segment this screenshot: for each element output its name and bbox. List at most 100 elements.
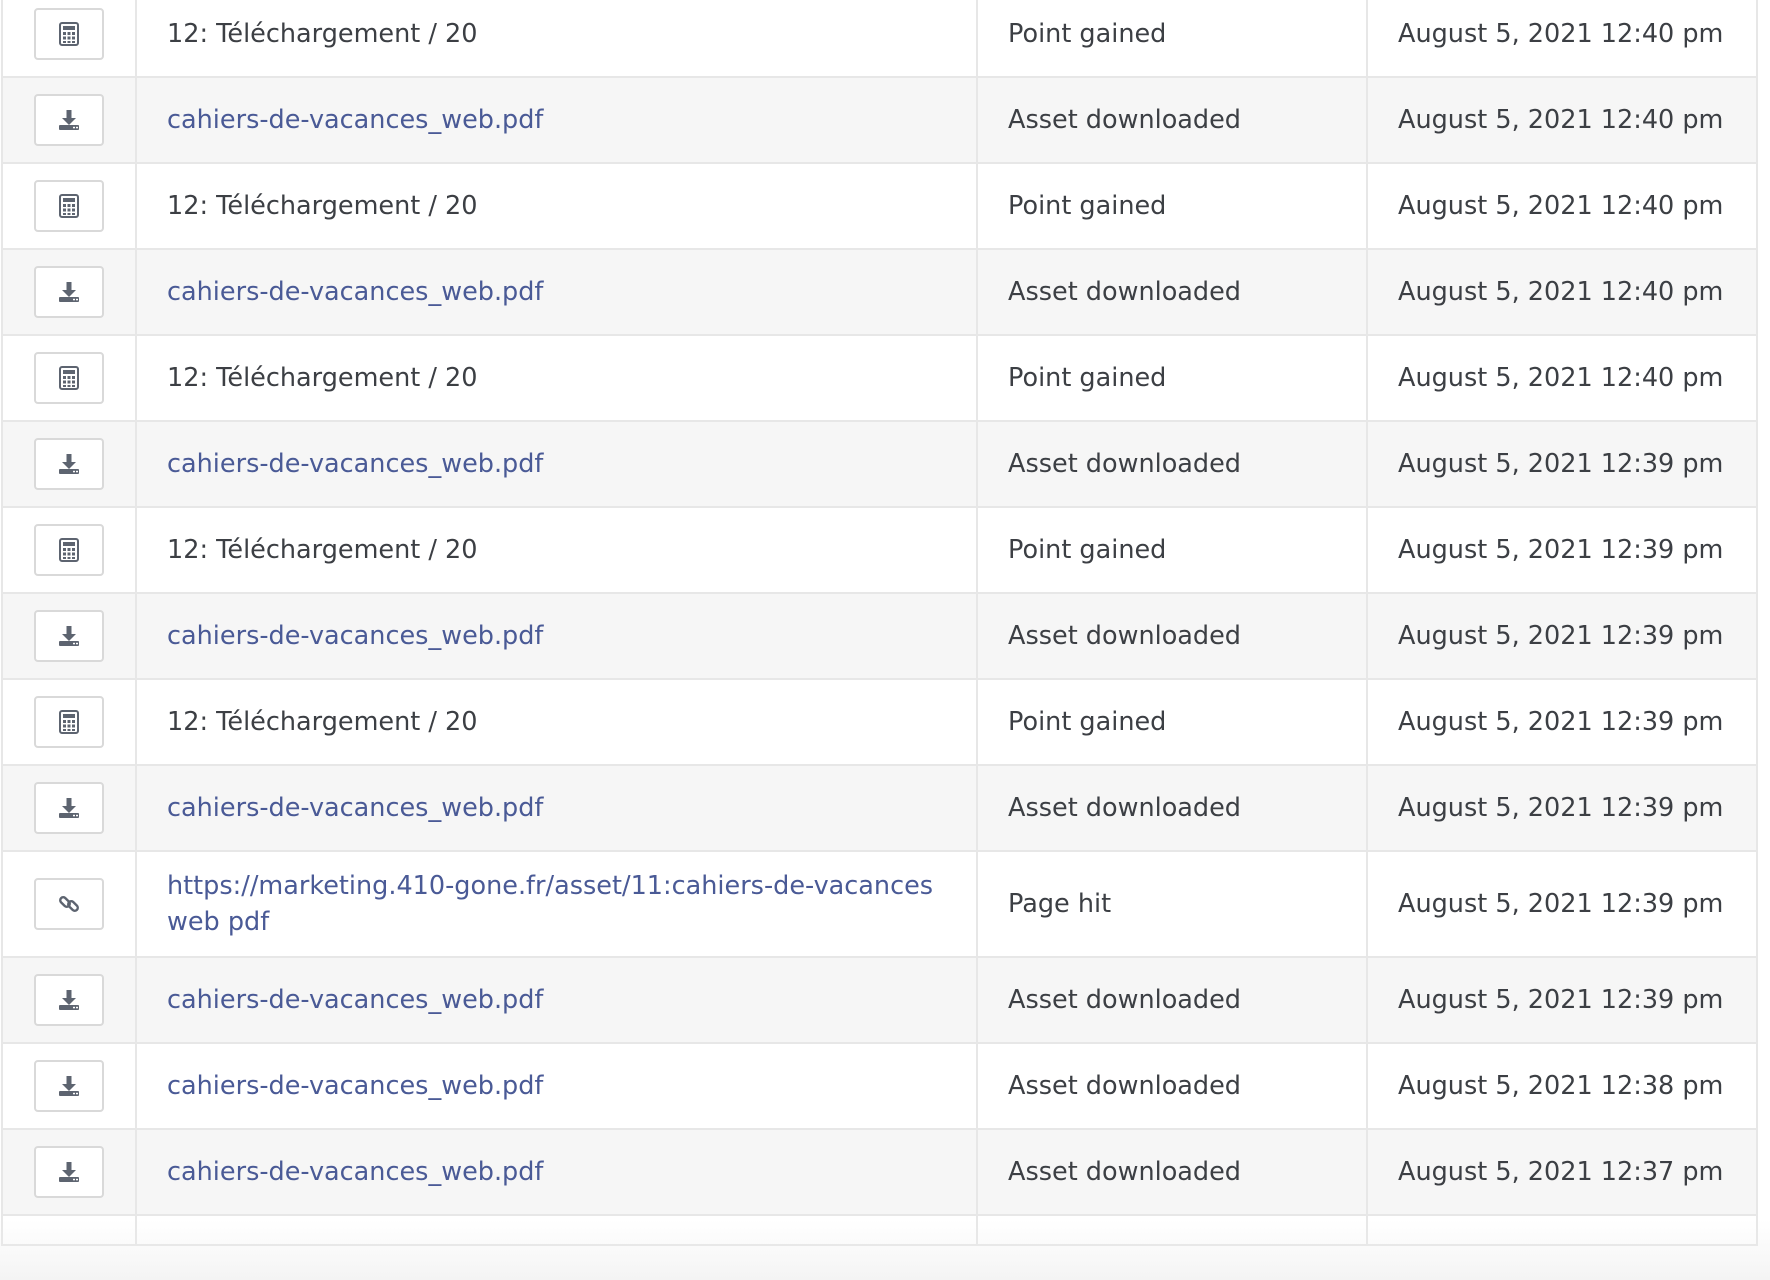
asset-link[interactable]: cahiers-de-vacances_web.pdf [167,277,543,307]
download-icon [58,109,80,131]
event-toggle-button[interactable] [34,782,104,834]
table-row: 12: Téléchargement / 20 Point gained Aug… [1,334,1758,422]
icon-cell [1,1128,137,1216]
event-cell: cahiers-de-vacances_web.pdf [135,764,978,852]
event-type: Asset downloaded [976,592,1368,680]
download-icon [58,989,80,1011]
asset-link[interactable]: cahiers-de-vacances_web.pdf [167,793,543,823]
table-row: 12: Téléchargement / 20 Point gained Aug… [1,678,1758,766]
event-timestamp: August 5, 2021 12:39 pm [1366,592,1758,680]
event-toggle-button[interactable] [34,352,104,404]
download-icon [58,625,80,647]
icon-cell [1,76,137,164]
event-cell: cahiers-de-vacances_web.pdf [135,76,978,164]
event-toggle-button[interactable] [34,974,104,1026]
icon-cell [1,764,137,852]
table-row: 12: Téléchargement / 20 Point gained Aug… [1,162,1758,250]
calculator-icon [58,710,80,734]
icon-cell [1,956,137,1044]
icon-cell [1,0,137,78]
event-name: 12: Téléchargement / 20 [167,707,478,737]
icon-cell [1,506,137,594]
event-type: Asset downloaded [976,76,1368,164]
event-type: Point gained [976,506,1368,594]
event-cell: cahiers-de-vacances_web.pdf [135,956,978,1044]
event-type: Asset downloaded [976,248,1368,336]
event-cell: cahiers-de-vacances_web.pdf [135,248,978,336]
table-row: cahiers-de-vacances_web.pdf Asset downlo… [1,76,1758,164]
event-toggle-button[interactable] [34,266,104,318]
icon-cell [1,850,137,958]
event-toggle-button[interactable] [34,94,104,146]
icon-cell [1,1042,137,1130]
event-timestamp: August 5, 2021 12:39 pm [1366,956,1758,1044]
table-row: cahiers-de-vacances_web.pdf Asset downlo… [1,248,1758,336]
asset-link[interactable]: cahiers-de-vacances_web.pdf [167,449,543,479]
event-toggle-button[interactable] [34,524,104,576]
event-type: Asset downloaded [976,1042,1368,1130]
table-row: 12: Téléchargement / 20 Point gained Aug… [1,506,1758,594]
event-timestamp: August 5, 2021 12:40 pm [1366,162,1758,250]
event-cell [135,1214,978,1246]
event-cell: https://marketing.410-gone.fr/asset/11:c… [135,850,978,958]
event-toggle-button[interactable] [34,878,104,930]
icon-cell [1,162,137,250]
icon-cell [1,678,137,766]
event-timestamp: August 5, 2021 12:39 pm [1366,678,1758,766]
calculator-icon [58,22,80,46]
calculator-icon [58,194,80,218]
calculator-icon [58,366,80,390]
table-row: cahiers-de-vacances_web.pdf Asset downlo… [1,1042,1758,1130]
page-hit-link[interactable]: https://marketing.410-gone.fr/asset/11:c… [167,871,933,937]
asset-link[interactable]: cahiers-de-vacances_web.pdf [167,985,543,1015]
table-row: cahiers-de-vacances_web.pdf Asset downlo… [1,420,1758,508]
event-timestamp: August 5, 2021 12:40 pm [1366,76,1758,164]
event-timestamp [1366,1214,1758,1246]
table-row: cahiers-de-vacances_web.pdf Asset downlo… [1,764,1758,852]
event-toggle-button[interactable] [34,438,104,490]
table-row [1,1214,1758,1246]
event-timestamp: August 5, 2021 12:38 pm [1366,1042,1758,1130]
event-cell: cahiers-de-vacances_web.pdf [135,592,978,680]
event-name: 12: Téléchargement / 20 [167,363,478,393]
event-cell: 12: Téléchargement / 20 [135,506,978,594]
event-cell: cahiers-de-vacances_web.pdf [135,1042,978,1130]
event-cell: 12: Téléchargement / 20 [135,162,978,250]
event-timestamp: August 5, 2021 12:40 pm [1366,334,1758,422]
download-icon [58,453,80,475]
timeline-table: 12: Téléchargement / 20 Point gained Aug… [1,0,1758,1246]
icon-cell [1,1214,137,1246]
event-type: Point gained [976,0,1368,78]
event-toggle-button[interactable] [34,696,104,748]
event-toggle-button[interactable] [34,1060,104,1112]
table-row: 12: Téléchargement / 20 Point gained Aug… [1,0,1758,78]
download-icon [58,797,80,819]
asset-link[interactable]: cahiers-de-vacances_web.pdf [167,621,543,651]
calculator-icon [58,538,80,562]
asset-link[interactable]: cahiers-de-vacances_web.pdf [167,1071,543,1101]
event-cell: 12: Téléchargement / 20 [135,678,978,766]
event-timestamp: August 5, 2021 12:40 pm [1366,0,1758,78]
event-cell: 12: Téléchargement / 20 [135,334,978,422]
asset-link[interactable]: cahiers-de-vacances_web.pdf [167,105,543,135]
event-timestamp: August 5, 2021 12:39 pm [1366,850,1758,958]
table-row: https://marketing.410-gone.fr/asset/11:c… [1,850,1758,958]
event-toggle-button[interactable] [34,8,104,60]
icon-cell [1,248,137,336]
icon-cell [1,334,137,422]
event-type: Asset downloaded [976,956,1368,1044]
timeline-panel: 12: Téléchargement / 20 Point gained Aug… [0,0,1770,1280]
event-type: Page hit [976,850,1368,958]
event-timestamp: August 5, 2021 12:37 pm [1366,1128,1758,1216]
event-name: 12: Téléchargement / 20 [167,535,478,565]
event-cell: cahiers-de-vacances_web.pdf [135,1128,978,1216]
table-row: cahiers-de-vacances_web.pdf Asset downlo… [1,956,1758,1044]
table-row: cahiers-de-vacances_web.pdf Asset downlo… [1,1128,1758,1216]
timeline-body: 12: Téléchargement / 20 Point gained Aug… [1,0,1758,1246]
event-toggle-button[interactable] [34,180,104,232]
event-toggle-button[interactable] [34,1146,104,1198]
asset-link[interactable]: cahiers-de-vacances_web.pdf [167,1157,543,1187]
event-toggle-button[interactable] [34,610,104,662]
icon-cell [1,592,137,680]
event-cell: cahiers-de-vacances_web.pdf [135,420,978,508]
